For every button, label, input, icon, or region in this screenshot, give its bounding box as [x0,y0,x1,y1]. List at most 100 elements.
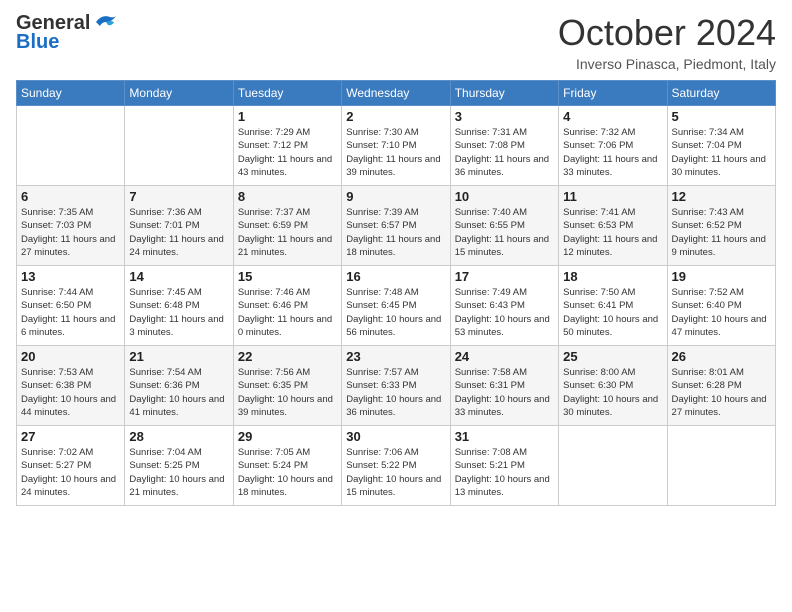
day-number: 2 [346,109,445,124]
day-number: 22 [238,349,337,364]
cell-info: Sunrise: 7:54 AM Sunset: 6:36 PM Dayligh… [129,366,228,419]
week-row-4: 20Sunrise: 7:53 AM Sunset: 6:38 PM Dayli… [17,346,776,426]
day-number: 14 [129,269,228,284]
cell-2-3: 16 Sunrise: 7:48 AM Sunset: 6:45 PM Dayli… [342,266,450,346]
cell-info: Sunrise: 7:35 AM Sunset: 7:03 PM Dayligh… [21,206,120,259]
cell-3-5: 25 Sunrise: 8:00 AM Sunset: 6:30 PM Dayli… [559,346,667,426]
day-number: 8 [238,189,337,204]
day-number: 7 [129,189,228,204]
logo: General Blue [16,12,118,54]
day-number: 26 [672,349,771,364]
cell-info: Sunrise: 7:08 AM Sunset: 5:21 PM Dayligh… [455,446,554,499]
cell-1-2: 8 Sunrise: 7:37 AM Sunset: 6:59 PM Daylig… [233,186,341,266]
cell-info: Sunrise: 7:39 AM Sunset: 6:57 PM Dayligh… [346,206,445,259]
cell-info: Sunrise: 7:44 AM Sunset: 6:50 PM Dayligh… [21,286,120,339]
cell-info: Sunrise: 7:02 AM Sunset: 5:27 PM Dayligh… [21,446,120,499]
day-number: 4 [563,109,662,124]
day-number: 1 [238,109,337,124]
cell-2-2: 15 Sunrise: 7:46 AM Sunset: 6:46 PM Dayli… [233,266,341,346]
day-number: 16 [346,269,445,284]
cell-info: Sunrise: 7:46 AM Sunset: 6:46 PM Dayligh… [238,286,337,339]
header: General Blue October 2024 Inverso Pinasc… [16,12,776,72]
day-number: 13 [21,269,120,284]
header-saturday: Saturday [667,81,775,106]
cell-info: Sunrise: 7:45 AM Sunset: 6:48 PM Dayligh… [129,286,228,339]
header-thursday: Thursday [450,81,558,106]
cell-2-6: 19 Sunrise: 7:52 AM Sunset: 6:40 PM Dayli… [667,266,775,346]
day-number: 27 [21,429,120,444]
cell-2-1: 14 Sunrise: 7:45 AM Sunset: 6:48 PM Dayli… [125,266,233,346]
day-number: 11 [563,189,662,204]
day-number: 24 [455,349,554,364]
day-number: 30 [346,429,445,444]
day-number: 15 [238,269,337,284]
day-number: 21 [129,349,228,364]
header-wednesday: Wednesday [342,81,450,106]
day-number: 10 [455,189,554,204]
header-tuesday: Tuesday [233,81,341,106]
cell-info: Sunrise: 7:56 AM Sunset: 6:35 PM Dayligh… [238,366,337,419]
cell-info: Sunrise: 8:01 AM Sunset: 6:28 PM Dayligh… [672,366,771,419]
cell-4-2: 29 Sunrise: 7:05 AM Sunset: 5:24 PM Dayli… [233,426,341,506]
cell-info: Sunrise: 7:06 AM Sunset: 5:22 PM Dayligh… [346,446,445,499]
cell-info: Sunrise: 7:34 AM Sunset: 7:04 PM Dayligh… [672,126,771,179]
cell-info: Sunrise: 7:49 AM Sunset: 6:43 PM Dayligh… [455,286,554,339]
cell-2-0: 13 Sunrise: 7:44 AM Sunset: 6:50 PM Dayli… [17,266,125,346]
cell-0-4: 3Sunrise: 7:31 AM Sunset: 7:08 PM Daylig… [450,106,558,186]
cell-3-6: 26 Sunrise: 8:01 AM Sunset: 6:28 PM Dayli… [667,346,775,426]
day-number: 20 [21,349,120,364]
cell-1-6: 12 Sunrise: 7:43 AM Sunset: 6:52 PM Dayli… [667,186,775,266]
cell-1-5: 11Sunrise: 7:41 AM Sunset: 6:53 PM Dayli… [559,186,667,266]
day-number: 29 [238,429,337,444]
header-friday: Friday [559,81,667,106]
cell-info: Sunrise: 7:58 AM Sunset: 6:31 PM Dayligh… [455,366,554,419]
cell-0-1 [125,106,233,186]
cell-3-3: 23Sunrise: 7:57 AM Sunset: 6:33 PM Dayli… [342,346,450,426]
cell-info: Sunrise: 7:52 AM Sunset: 6:40 PM Dayligh… [672,286,771,339]
cell-2-4: 17 Sunrise: 7:49 AM Sunset: 6:43 PM Dayli… [450,266,558,346]
cell-info: Sunrise: 7:30 AM Sunset: 7:10 PM Dayligh… [346,126,445,179]
cell-3-2: 22 Sunrise: 7:56 AM Sunset: 6:35 PM Dayli… [233,346,341,426]
day-number: 12 [672,189,771,204]
week-row-1: 1Sunrise: 7:29 AM Sunset: 7:12 PM Daylig… [17,106,776,186]
cell-4-5 [559,426,667,506]
page: General Blue October 2024 Inverso Pinasc… [0,0,792,612]
cell-info: Sunrise: 7:57 AM Sunset: 6:33 PM Dayligh… [346,366,445,419]
day-number: 6 [21,189,120,204]
cell-4-4: 31 Sunrise: 7:08 AM Sunset: 5:21 PM Dayli… [450,426,558,506]
day-number: 19 [672,269,771,284]
cell-info: Sunrise: 7:04 AM Sunset: 5:25 PM Dayligh… [129,446,228,499]
cell-0-3: 2 Sunrise: 7:30 AM Sunset: 7:10 PM Daylig… [342,106,450,186]
day-number: 25 [563,349,662,364]
cell-info: Sunrise: 7:36 AM Sunset: 7:01 PM Dayligh… [129,206,228,259]
cell-4-0: 27 Sunrise: 7:02 AM Sunset: 5:27 PM Dayli… [17,426,125,506]
cell-0-5: 4Sunrise: 7:32 AM Sunset: 7:06 PM Daylig… [559,106,667,186]
cell-4-3: 30 Sunrise: 7:06 AM Sunset: 5:22 PM Dayli… [342,426,450,506]
cell-info: Sunrise: 7:48 AM Sunset: 6:45 PM Dayligh… [346,286,445,339]
calendar-table: SundayMondayTuesdayWednesdayThursdayFrid… [16,80,776,506]
day-number: 31 [455,429,554,444]
day-number: 5 [672,109,771,124]
cell-1-0: 6 Sunrise: 7:35 AM Sunset: 7:03 PM Daylig… [17,186,125,266]
cell-1-1: 7 Sunrise: 7:36 AM Sunset: 7:01 PM Daylig… [125,186,233,266]
cell-info: Sunrise: 7:05 AM Sunset: 5:24 PM Dayligh… [238,446,337,499]
cell-1-4: 10 Sunrise: 7:40 AM Sunset: 6:55 PM Dayli… [450,186,558,266]
cell-0-2: 1Sunrise: 7:29 AM Sunset: 7:12 PM Daylig… [233,106,341,186]
cell-4-6 [667,426,775,506]
cell-info: Sunrise: 7:43 AM Sunset: 6:52 PM Dayligh… [672,206,771,259]
location: Inverso Pinasca, Piedmont, Italy [558,56,776,72]
day-number: 28 [129,429,228,444]
logo-bird-icon [92,12,118,32]
month-title: October 2024 [558,12,776,54]
cell-3-1: 21 Sunrise: 7:54 AM Sunset: 6:36 PM Dayli… [125,346,233,426]
cell-3-4: 24 Sunrise: 7:58 AM Sunset: 6:31 PM Dayli… [450,346,558,426]
header-monday: Monday [125,81,233,106]
cell-info: Sunrise: 8:00 AM Sunset: 6:30 PM Dayligh… [563,366,662,419]
cell-info: Sunrise: 7:37 AM Sunset: 6:59 PM Dayligh… [238,206,337,259]
day-number: 17 [455,269,554,284]
week-row-2: 6 Sunrise: 7:35 AM Sunset: 7:03 PM Daylig… [17,186,776,266]
logo-blue: Blue [16,31,59,54]
day-number: 18 [563,269,662,284]
cell-3-0: 20Sunrise: 7:53 AM Sunset: 6:38 PM Dayli… [17,346,125,426]
cell-info: Sunrise: 7:40 AM Sunset: 6:55 PM Dayligh… [455,206,554,259]
